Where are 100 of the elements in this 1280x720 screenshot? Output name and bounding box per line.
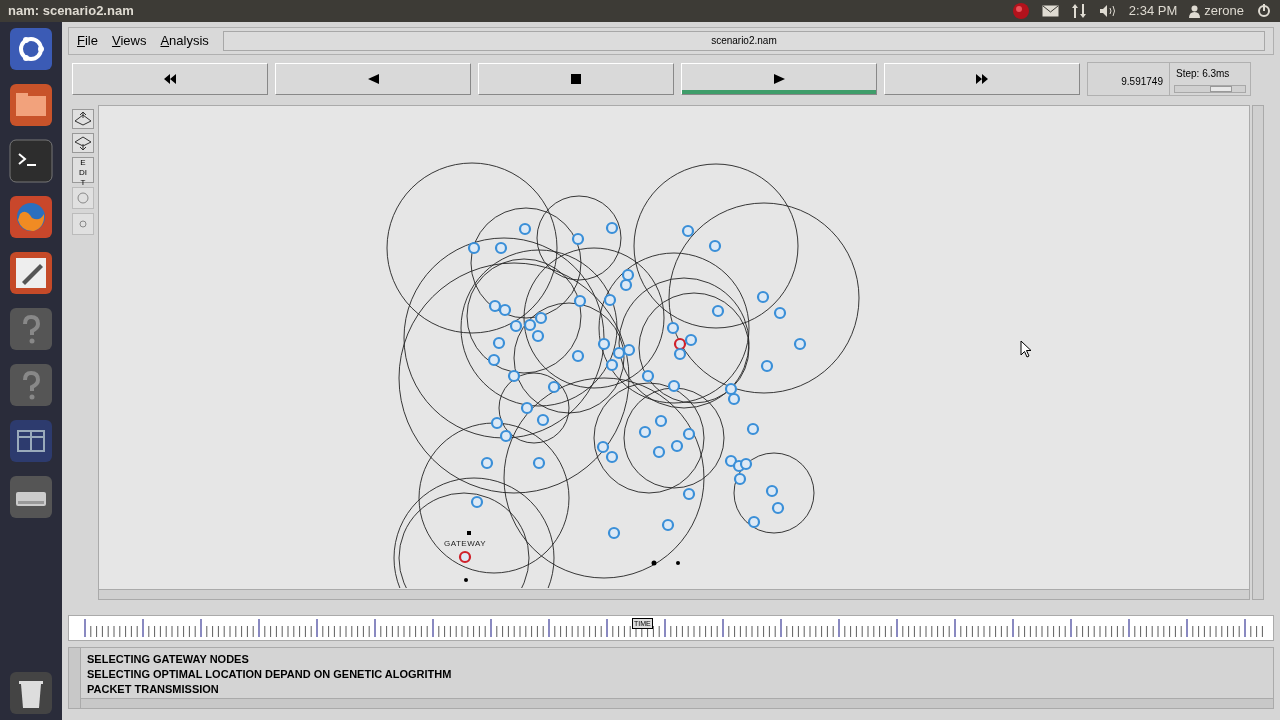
folder-icon[interactable] [8, 82, 54, 128]
network-node[interactable] [622, 343, 636, 357]
network-node[interactable] [607, 526, 621, 540]
playback-button[interactable] [72, 63, 268, 95]
network-node[interactable] [638, 425, 652, 439]
browser-icon[interactable] [8, 194, 54, 240]
network-node[interactable] [547, 380, 561, 394]
clock[interactable]: 2:34 PM [1128, 1, 1178, 21]
network-node[interactable] [661, 518, 675, 532]
playback-button[interactable] [884, 63, 1080, 95]
network-node[interactable] [605, 450, 619, 464]
network-node[interactable] [571, 349, 585, 363]
network-node[interactable] [756, 290, 770, 304]
network-node[interactable] [771, 501, 785, 515]
network-node[interactable] [673, 337, 687, 351]
network-node[interactable] [458, 550, 472, 564]
network-node[interactable] [470, 495, 484, 509]
network-node[interactable] [747, 515, 761, 529]
network-node[interactable] [681, 224, 695, 238]
network-node[interactable] [605, 221, 619, 235]
network-node[interactable] [773, 306, 787, 320]
network-node[interactable] [532, 456, 546, 470]
network-node[interactable] [499, 429, 513, 443]
step-slider[interactable] [1174, 85, 1246, 93]
network-node[interactable] [765, 484, 779, 498]
network-node[interactable] [739, 457, 753, 471]
network-node[interactable] [652, 445, 666, 459]
network-node[interactable] [518, 222, 532, 236]
record-indicator-icon[interactable] [1011, 2, 1030, 20]
dash-icon[interactable] [8, 26, 54, 72]
network-node[interactable] [666, 321, 680, 335]
network-node[interactable] [684, 333, 698, 347]
network-node[interactable] [487, 353, 501, 367]
network-node[interactable] [708, 239, 722, 253]
network-node[interactable] [603, 293, 617, 307]
network-node[interactable] [667, 379, 681, 393]
network-node[interactable] [619, 278, 633, 292]
network-node[interactable] [793, 337, 807, 351]
user-icon[interactable] [1189, 4, 1201, 18]
network-node[interactable] [641, 369, 655, 383]
network-arrows-icon[interactable] [1070, 3, 1087, 19]
network-node[interactable] [605, 358, 619, 372]
terminal-icon[interactable] [8, 138, 54, 184]
network-node[interactable] [492, 336, 506, 350]
zoom-out-icon[interactable] [72, 133, 94, 153]
network-node[interactable] [498, 303, 512, 317]
network-node[interactable] [724, 454, 738, 468]
vertical-scrollbar[interactable] [1252, 105, 1264, 600]
menu-item[interactable]: Views [111, 31, 147, 51]
network-node[interactable] [523, 318, 537, 332]
menu-item[interactable]: Analysis [160, 31, 209, 51]
network-node[interactable] [531, 329, 545, 343]
network-node[interactable] [670, 439, 684, 453]
network-node[interactable] [520, 401, 534, 415]
network-node[interactable] [596, 440, 610, 454]
network-node[interactable] [711, 304, 725, 318]
network-node[interactable] [597, 337, 611, 351]
network-node[interactable] [682, 487, 696, 501]
network-node[interactable] [534, 311, 548, 325]
network-node[interactable] [494, 241, 508, 255]
small-circle-tool-icon[interactable] [72, 213, 94, 235]
network-node[interactable] [490, 416, 504, 430]
workspace-icon[interactable] [8, 418, 54, 464]
network-node[interactable] [724, 382, 738, 396]
playback-button[interactable] [681, 63, 877, 95]
vertical-scrollbar[interactable] [69, 648, 81, 708]
circle-tool-icon[interactable] [72, 187, 94, 209]
network-node[interactable] [673, 347, 687, 361]
network-node[interactable] [536, 413, 550, 427]
network-node[interactable] [480, 456, 494, 470]
edit-button[interactable]: EDIT [72, 157, 94, 183]
text-editor-icon[interactable] [8, 250, 54, 296]
trash-icon[interactable] [8, 670, 54, 716]
network-node[interactable] [621, 268, 635, 282]
help-icon[interactable] [8, 306, 54, 352]
playback-button[interactable] [275, 63, 471, 95]
network-node[interactable] [467, 241, 481, 255]
power-icon[interactable] [1256, 3, 1272, 19]
network-node[interactable] [488, 299, 502, 313]
network-node[interactable] [760, 359, 774, 373]
drive-icon[interactable] [8, 474, 54, 520]
network-node[interactable] [573, 294, 587, 308]
network-node[interactable] [654, 414, 668, 428]
mail-icon[interactable] [1041, 5, 1059, 17]
network-node[interactable] [727, 392, 741, 406]
user-name[interactable]: zerone [1204, 1, 1244, 21]
network-node[interactable] [682, 427, 696, 441]
zoom-in-icon[interactable] [72, 109, 94, 129]
playback-button[interactable] [478, 63, 674, 95]
help-icon[interactable] [8, 362, 54, 408]
network-node[interactable] [509, 319, 523, 333]
network-node[interactable] [746, 422, 760, 436]
network-node[interactable] [612, 346, 626, 360]
horizontal-scrollbar[interactable] [81, 698, 1273, 708]
volume-icon[interactable] [1098, 4, 1117, 18]
network-node[interactable] [571, 232, 585, 246]
network-node[interactable] [733, 472, 747, 486]
horizontal-scrollbar[interactable] [99, 589, 1249, 599]
network-node[interactable] [507, 369, 521, 383]
menu-item[interactable]: File [77, 31, 98, 51]
